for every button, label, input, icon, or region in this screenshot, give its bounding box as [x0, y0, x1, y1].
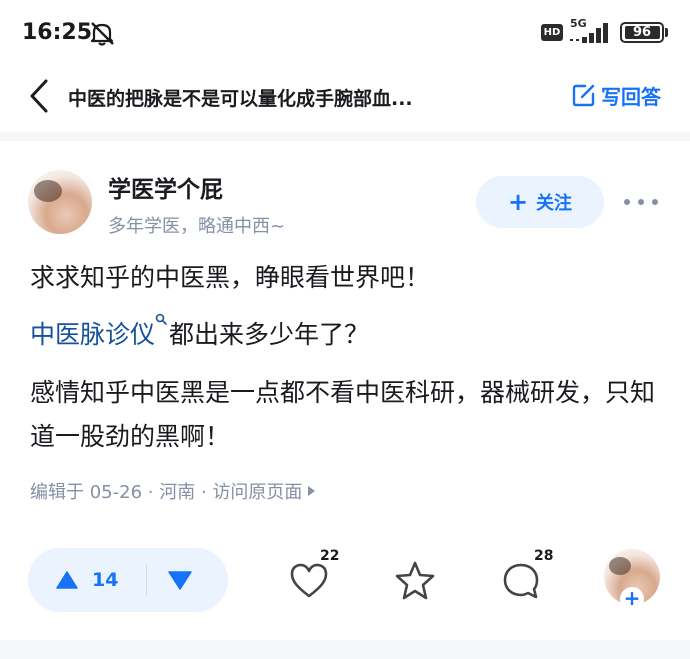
vote-group: 14 — [28, 548, 228, 612]
visit-label: 访问原页面 — [212, 482, 303, 503]
more-dot — [652, 199, 658, 205]
favorite-button[interactable] — [390, 556, 440, 606]
comment-icon — [503, 563, 539, 599]
downvote-icon[interactable] — [168, 570, 192, 590]
battery-percent: 96 — [632, 25, 652, 40]
star-icon — [395, 561, 435, 600]
author-avatar[interactable] — [28, 170, 92, 234]
author-name[interactable]: 学医学个屁 — [108, 170, 223, 204]
search-mini-icon — [155, 313, 167, 325]
upvote-icon — [56, 571, 78, 589]
hd-badge: HD — [541, 24, 563, 41]
follow-button[interactable]: + 关注 — [476, 176, 604, 228]
like-count: 22 — [320, 548, 340, 564]
paragraph-2-text: 都出来多少年了？ — [169, 320, 370, 349]
write-answer-button[interactable]: 写回答 — [572, 80, 661, 110]
heart-icon — [290, 563, 328, 598]
upvote-button[interactable]: 14 — [56, 562, 118, 598]
location: 河南 — [159, 482, 196, 503]
bottom-divider — [0, 640, 690, 659]
divider — [0, 132, 690, 141]
answer-paragraph-3: 感情知乎中医黑是一点都不看中医科研，器械研发，只知道一股劲的黑啊！ — [30, 378, 656, 451]
question-title[interactable]: 中医的把脉是不是可以量化成手腕部血... — [68, 84, 468, 111]
status-time: 16:25 — [22, 20, 93, 45]
visit-original-link[interactable]: 访问原页面 — [212, 482, 316, 503]
edit-time: 编辑于 05-26 — [30, 482, 143, 503]
mini-avatar-photo — [609, 557, 631, 575]
more-icon[interactable] — [624, 196, 658, 208]
more-dot — [638, 199, 644, 205]
meta-separator: · — [147, 482, 154, 503]
write-answer-label: 写回答 — [601, 84, 661, 109]
author-bio: 多年学医，略通中西~ — [108, 216, 286, 237]
more-dot — [624, 199, 630, 205]
mute-icon — [90, 22, 114, 46]
search-link[interactable]: 中医脉诊仪 — [30, 320, 155, 349]
signal-icon — [570, 23, 608, 43]
arrow-right-icon — [308, 486, 316, 496]
comment-count: 28 — [534, 548, 554, 564]
battery-tip — [665, 28, 668, 37]
nav-bar: 中医的把脉是不是可以量化成手腕部血... 写回答 — [0, 66, 690, 132]
battery-icon: 96 — [620, 22, 664, 43]
follow-label: 关注 — [536, 193, 573, 214]
plus-icon: + — [507, 188, 529, 216]
avatar-photo — [34, 180, 62, 202]
upvote-count: 14 — [92, 569, 119, 591]
back-icon[interactable] — [26, 78, 52, 114]
add-follow-plus-icon[interactable]: + — [620, 587, 644, 611]
answer-paragraph-2: 中医脉诊仪 都出来多少年了？ — [30, 313, 660, 357]
vote-divider — [146, 564, 147, 596]
status-bar: 16:25 HD 5G 96 — [0, 0, 690, 66]
meta-separator: · — [200, 482, 207, 503]
answer-meta: 编辑于 05-26 · 河南 · 访问原页面 — [30, 478, 316, 504]
answer-paragraph-1: 求求知乎的中医黑，睁眼看世界吧！ — [30, 263, 431, 292]
edit-icon — [572, 84, 595, 107]
